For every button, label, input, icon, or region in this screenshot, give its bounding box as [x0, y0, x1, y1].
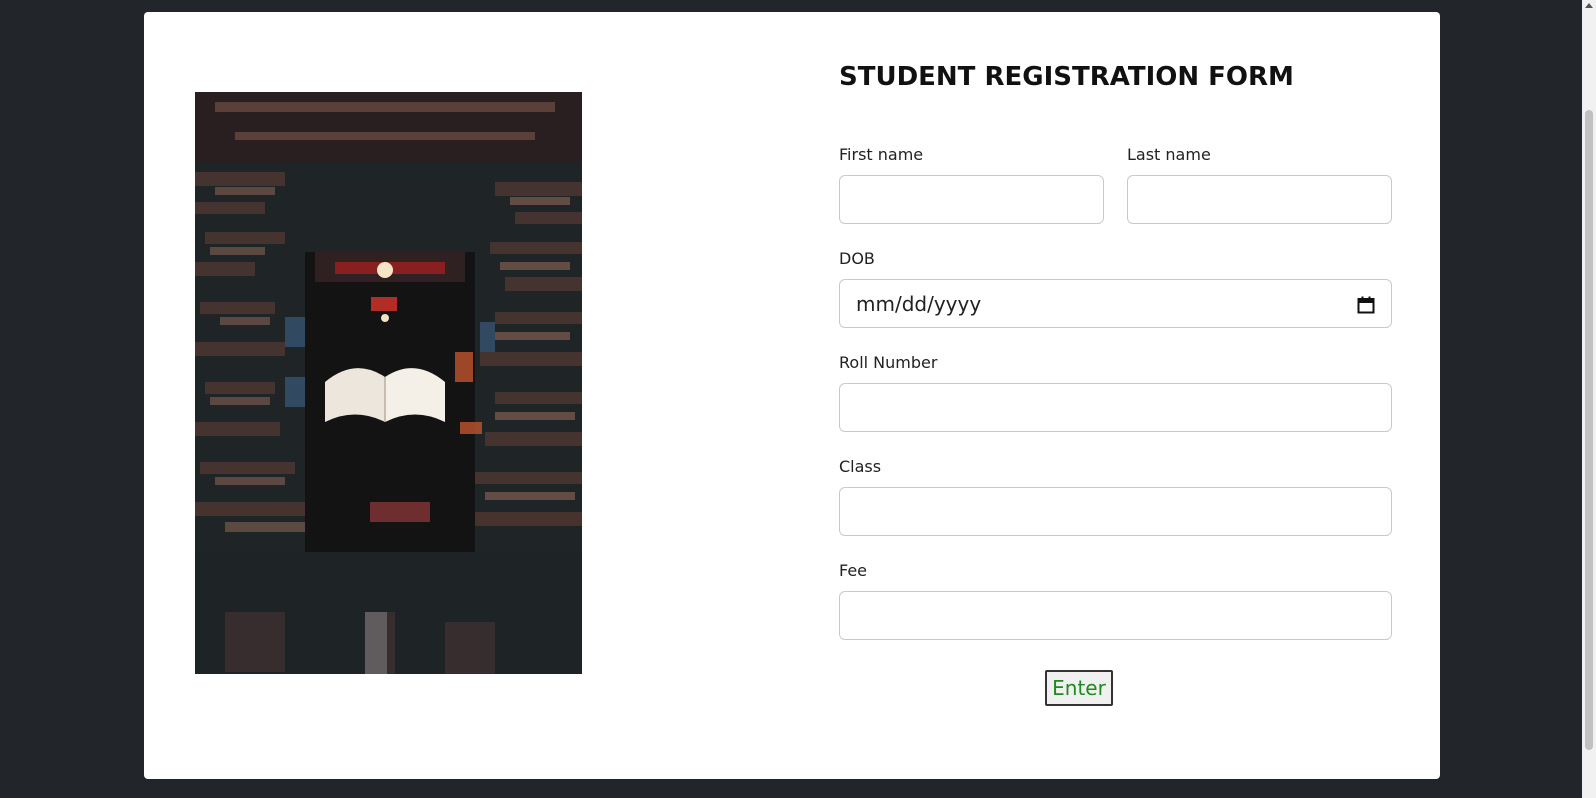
last-name-input[interactable]: [1127, 175, 1392, 224]
dob-label: DOB: [839, 249, 875, 268]
dob-placeholder: mm/dd/yyyy: [856, 291, 982, 316]
form-title: STUDENT REGISTRATION FORM: [839, 62, 1294, 92]
calendar-icon[interactable]: [1357, 295, 1375, 313]
scroll-up-arrow-icon[interactable]: [1585, 3, 1593, 8]
first-name-label: First name: [839, 145, 924, 164]
registration-card: STUDENT REGISTRATION FORM First name Las…: [144, 12, 1440, 779]
library-photo: [195, 92, 582, 674]
roll-number-input[interactable]: [839, 383, 1392, 432]
roll-number-label: Roll Number: [839, 353, 938, 372]
scrollbar-thumb[interactable]: [1585, 110, 1593, 750]
page-scrollbar[interactable]: [1582, 0, 1596, 798]
dob-date-input[interactable]: mm/dd/yyyy: [839, 279, 1392, 328]
fee-label: Fee: [839, 561, 868, 580]
library-photo-art: [195, 92, 582, 674]
class-input[interactable]: [839, 487, 1392, 536]
first-name-input[interactable]: [839, 175, 1104, 224]
last-name-label: Last name: [1127, 145, 1211, 164]
class-label: Class: [839, 457, 882, 476]
fee-input[interactable]: [839, 591, 1392, 640]
enter-button[interactable]: Enter: [1045, 670, 1113, 706]
